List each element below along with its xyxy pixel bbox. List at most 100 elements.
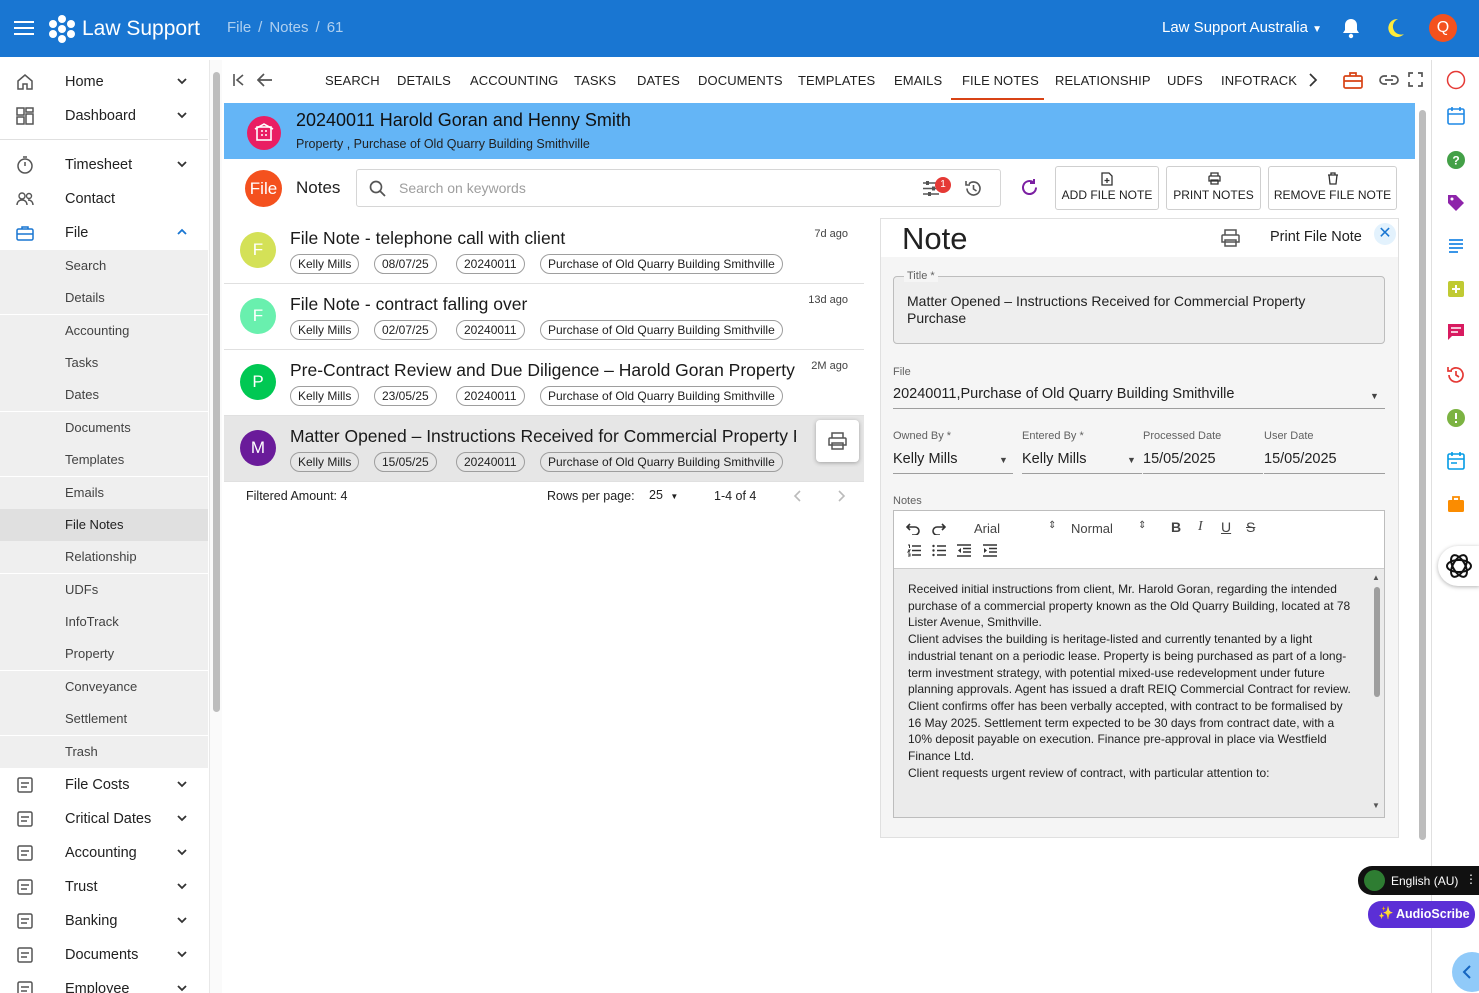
sidebar-sub-templates[interactable]: Templates [0, 444, 208, 476]
sidebar-sub-details[interactable]: Details [0, 282, 208, 314]
tab-search[interactable]: SEARCH [325, 73, 380, 88]
search-input[interactable]: Search on keywords [356, 169, 1001, 207]
breadcrumb-notes[interactable]: Notes [269, 19, 308, 36]
sidebar-sub-search[interactable]: Search [0, 250, 208, 282]
sidebar-item-accounting[interactable]: Accounting [0, 836, 208, 870]
tab-udfs[interactable]: UDFS [1167, 73, 1203, 88]
sidebar-sub-infotrack[interactable]: InfoTrack [0, 606, 208, 638]
scrollbar-thumb[interactable] [1374, 587, 1380, 697]
app-logo[interactable]: Law Support [46, 12, 200, 46]
chevron-left-icon[interactable] [793, 490, 803, 502]
tab-relationship[interactable]: RELATIONSHIP [1055, 73, 1151, 88]
sidebar-item-contact[interactable]: Contact [0, 182, 208, 216]
tab-tasks[interactable]: TASKS [574, 73, 616, 88]
processed-date-input[interactable]: 15/05/2025 [1143, 451, 1216, 467]
history-icon[interactable] [1446, 365, 1466, 385]
scrollbar-thumb[interactable] [213, 72, 220, 712]
sidebar-item-dashboard[interactable]: Dashboard [0, 99, 208, 133]
breadcrumb-file[interactable]: File [227, 19, 251, 36]
underline-icon[interactable]: U [1221, 519, 1231, 535]
indent-icon[interactable] [983, 544, 997, 557]
font-family-select[interactable]: Arial [974, 521, 1000, 536]
sidebar-scrollbar[interactable] [209, 60, 222, 993]
calendar-icon[interactable] [1446, 106, 1466, 126]
toolbox-icon[interactable] [1343, 71, 1363, 89]
print-notes-button[interactable]: PRINT NOTES [1166, 166, 1261, 210]
chevron-right-icon[interactable] [1308, 73, 1318, 87]
user-date-input[interactable]: 15/05/2025 [1264, 451, 1337, 467]
sidebar-sub-trash[interactable]: Trash [0, 736, 208, 768]
ai-assistant-button[interactable] [1438, 546, 1479, 586]
caret-down-icon[interactable]: ▼ [1370, 391, 1379, 401]
sidebar-item-file-costs[interactable]: File Costs [0, 768, 208, 802]
editor-scrollbar[interactable]: ▲ ▼ [1372, 573, 1382, 813]
link-icon[interactable] [1379, 72, 1399, 88]
moon-icon[interactable] [1386, 17, 1406, 39]
strikethrough-icon[interactable]: S [1246, 519, 1255, 535]
help-icon[interactable]: ? [1446, 150, 1466, 170]
note-row[interactable]: F File Note - contract falling over 13d ag… [224, 284, 864, 350]
scroll-up-icon[interactable]: ▲ [1372, 573, 1380, 582]
note-row[interactable]: F File Note - telephone call with client 7… [224, 218, 864, 284]
tab-accounting[interactable]: ACCOUNTING [470, 73, 558, 88]
scroll-down-icon[interactable]: ▼ [1372, 801, 1380, 810]
sidebar-item-file[interactable]: File [0, 216, 208, 250]
notes-lines-icon[interactable] [1446, 236, 1466, 256]
sidebar-sub-dates[interactable]: Dates [0, 379, 208, 411]
chat-icon[interactable] [1446, 322, 1466, 342]
caret-down-icon[interactable]: ▼ [999, 455, 1008, 465]
sidebar-sub-tasks[interactable]: Tasks [0, 347, 208, 379]
language-widget[interactable]: English (AU) ⋮ [1358, 866, 1479, 895]
scrollbar-thumb[interactable] [1419, 110, 1426, 840]
drag-handle-icon[interactable]: ⋮ [1465, 872, 1477, 886]
event-icon[interactable] [1446, 451, 1466, 471]
note-row[interactable]: P Pre-Contract Review and Due Diligence –… [224, 350, 864, 416]
audioscribe-button[interactable]: ✨ AudioScribe [1368, 901, 1475, 928]
close-icon[interactable]: ✕ [1374, 223, 1396, 245]
sidebar-item-banking[interactable]: Banking [0, 904, 208, 938]
sticky-note-icon[interactable] [1446, 279, 1466, 299]
ordered-list-icon[interactable] [907, 544, 921, 557]
rows-per-page-select[interactable]: 25 ▼ [649, 488, 678, 502]
tab-infotrack[interactable]: INFOTRACK [1221, 73, 1297, 88]
back-arrow-icon[interactable] [257, 73, 273, 87]
progress-icon[interactable] [1446, 70, 1466, 90]
printer-icon[interactable] [1221, 229, 1240, 247]
sidebar-item-trust[interactable]: Trust [0, 870, 208, 904]
sidebar-item-critical-dates[interactable]: Critical Dates [0, 802, 208, 836]
history-icon[interactable] [964, 179, 983, 198]
sidebar-sub-property[interactable]: Property [0, 638, 208, 670]
briefcase-icon[interactable] [1446, 494, 1466, 514]
chevron-right-icon[interactable] [836, 490, 846, 502]
print-file-note-button[interactable]: Print File Note [1270, 229, 1362, 245]
outdent-icon[interactable] [957, 544, 971, 557]
tab-details[interactable]: DETAILS [397, 73, 451, 88]
refresh-icon[interactable] [1020, 178, 1039, 197]
title-field[interactable]: Title * Matter Opened – Instructions Rec… [893, 270, 1385, 344]
sidebar-item-timesheet[interactable]: Timesheet [0, 148, 208, 182]
menu-icon[interactable] [14, 17, 34, 39]
sidebar-sub-accounting[interactable]: Accounting [0, 315, 208, 347]
owned-by-select[interactable]: Kelly Mills [893, 451, 957, 467]
fullscreen-icon[interactable] [1408, 72, 1423, 87]
sidebar-item-employee[interactable]: Employee [0, 972, 208, 993]
caret-down-icon[interactable]: ▼ [1127, 455, 1136, 465]
italic-icon[interactable]: I [1198, 519, 1203, 535]
tab-templates[interactable]: TEMPLATES [798, 73, 875, 88]
undo-icon[interactable] [906, 521, 920, 535]
bold-icon[interactable]: B [1171, 519, 1181, 535]
main-scrollbar[interactable] [1416, 110, 1428, 993]
tab-file-notes[interactable]: FILE NOTES [962, 73, 1039, 88]
bell-icon[interactable] [1341, 17, 1361, 39]
sidebar-sub-emails[interactable]: Emails [0, 477, 208, 509]
sidebar-sub-documents[interactable]: Documents [0, 412, 208, 444]
redo-icon[interactable] [932, 521, 946, 535]
sidebar-sub-udfs[interactable]: UDFs [0, 574, 208, 606]
company-selector[interactable]: Law Support Australia ▼ [1162, 19, 1322, 36]
user-avatar[interactable]: Q [1429, 14, 1457, 42]
bullet-list-icon[interactable] [932, 544, 946, 557]
tab-emails[interactable]: EMAILS [894, 73, 942, 88]
font-size-select[interactable]: Normal [1071, 521, 1113, 536]
note-row[interactable]: M Matter Opened – Instructions Received f… [224, 416, 864, 482]
sidebar-item-documents[interactable]: Documents [0, 938, 208, 972]
